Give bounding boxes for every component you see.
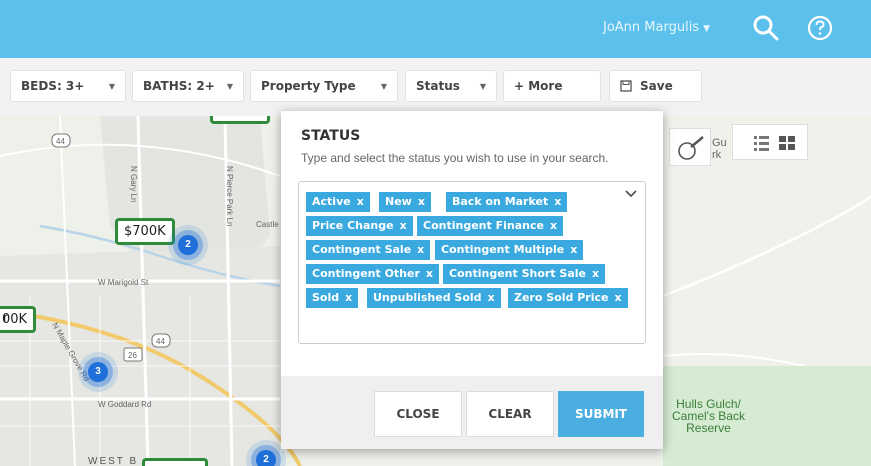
beds-filter[interactable]: BEDS: 3+ ▼ — [10, 70, 126, 102]
dropdown-arrow-icon: ▼ — [479, 81, 486, 91]
status-tag-label: Active — [312, 195, 351, 208]
status-tag-label: Sold — [312, 291, 340, 304]
area-label: WEST B — [88, 456, 139, 466]
remove-tag-icon[interactable]: x — [345, 291, 352, 304]
status-tag-label: Contingent Sale — [312, 243, 412, 256]
beds-label: BEDS: 3+ — [21, 79, 85, 93]
status-tag[interactable]: Contingent Finance x — [417, 216, 564, 236]
street-label: N Pierce Park Ln — [225, 166, 234, 227]
filter-bar: BEDS: 3+ ▼ BATHS: 2+ ▼ Property Type ▼ Stat… — [0, 58, 871, 116]
price-marker[interactable] — [142, 458, 208, 466]
street-label: Castle — [256, 220, 279, 229]
save-label: Save — [640, 79, 673, 93]
status-label: Status — [416, 79, 460, 93]
status-tag[interactable]: Active x — [306, 192, 370, 212]
close-button[interactable]: CLOSE — [374, 391, 462, 437]
status-tag-label: Contingent Other — [312, 267, 420, 280]
remove-tag-icon[interactable]: x — [554, 195, 561, 208]
remove-tag-icon[interactable]: x — [418, 195, 425, 208]
status-tag[interactable]: Contingent Multiple x — [435, 240, 584, 260]
listing-cluster[interactable]: 2 — [178, 235, 198, 255]
route-shield-44: 44 — [56, 137, 65, 146]
status-tag[interactable]: New x — [379, 192, 431, 212]
grid-view-icon — [779, 136, 795, 150]
status-tag[interactable]: Contingent Sale x — [306, 240, 431, 260]
status-tag[interactable]: Contingent Short Sale x — [443, 264, 606, 284]
status-tag[interactable]: Back on Market x — [446, 192, 568, 212]
modal-title: STATUS — [301, 128, 361, 144]
save-icon — [620, 80, 632, 92]
price-marker[interactable] — [210, 116, 270, 124]
park-label-line: Reserve — [686, 421, 731, 435]
status-tag[interactable]: Zero Sold Price x — [508, 288, 628, 308]
modal-subtitle: Type and select the status you wish to u… — [301, 151, 609, 165]
modal-footer: CLOSE CLEAR SUBMIT — [281, 376, 663, 449]
status-tag-label: Price Change — [312, 219, 394, 232]
list-view-icon — [754, 136, 769, 151]
remove-tag-icon[interactable]: x — [400, 219, 407, 232]
status-tag[interactable]: Sold x — [306, 288, 359, 308]
save-search-button[interactable]: Save — [609, 70, 702, 102]
clear-button[interactable]: CLEAR — [466, 391, 554, 437]
map-label: r — [3, 309, 8, 325]
view-toggle[interactable] — [732, 124, 808, 160]
search-icon[interactable] — [752, 14, 780, 42]
baths-label: BATHS: 2+ — [143, 79, 215, 93]
remove-tag-icon[interactable]: x — [426, 267, 433, 280]
status-tag-label: Contingent Multiple — [441, 243, 565, 256]
status-tag[interactable]: Contingent Other x — [306, 264, 440, 284]
street-label: W Marigold St — [98, 278, 149, 287]
chevron-down-icon[interactable] — [625, 190, 637, 198]
status-tag[interactable]: Price Change x — [306, 216, 413, 236]
status-tag-label: New — [385, 195, 412, 208]
status-tag-label: Unpublished Sold — [373, 291, 482, 304]
dropdown-arrow-icon: ▼ — [108, 81, 115, 91]
top-bar: JoAnn Margulis ▼ — [0, 0, 871, 58]
park-label: Hulls Gulch/ Camel's Back Reserve — [672, 398, 745, 434]
dropdown-arrow-icon: ▼ — [226, 81, 233, 91]
status-tag[interactable]: Unpublished Sold x — [367, 288, 501, 308]
property-type-label: Property Type — [261, 79, 356, 93]
route-shield-44: 44 — [156, 337, 165, 346]
status-filter[interactable]: Status ▼ — [405, 70, 497, 102]
route-shield-26: 26 — [128, 351, 137, 360]
draw-tool-button[interactable] — [669, 128, 711, 166]
draw-shape-icon — [678, 136, 704, 160]
property-type-filter[interactable]: Property Type ▼ — [250, 70, 398, 102]
help-icon[interactable] — [806, 14, 834, 42]
remove-tag-icon[interactable]: x — [488, 291, 495, 304]
remove-tag-icon[interactable]: x — [357, 195, 364, 208]
street-label: N Gary Ln — [129, 166, 138, 203]
map-label: Gu — [712, 137, 727, 149]
baths-filter[interactable]: BATHS: 2+ ▼ — [132, 70, 244, 102]
map-label: rk — [712, 149, 722, 161]
remove-tag-icon[interactable]: x — [570, 243, 577, 256]
remove-tag-icon[interactable]: x — [614, 291, 621, 304]
remove-tag-icon[interactable]: x — [417, 243, 424, 256]
status-tag-label: Contingent Short Sale — [449, 267, 586, 280]
dropdown-arrow-icon: ▼ — [380, 81, 387, 91]
user-name: JoAnn Margulis — [603, 20, 700, 35]
status-multiselect[interactable]: Active x New x Back on Market x Price Chang… — [298, 181, 646, 344]
price-marker[interactable]: $700K — [115, 218, 175, 245]
remove-tag-icon[interactable]: x — [550, 219, 557, 232]
street-label: W Goddard Rd — [98, 400, 152, 409]
more-label: + More — [514, 79, 563, 93]
status-tag-label: Back on Market — [452, 195, 549, 208]
remove-tag-icon[interactable]: x — [592, 267, 599, 280]
view-toggle-icons — [754, 136, 795, 151]
more-filters-button[interactable]: + More — [503, 70, 601, 102]
caret-down-icon: ▼ — [703, 24, 710, 34]
listing-cluster[interactable]: 3 — [88, 362, 108, 382]
listing-cluster[interactable]: 2 — [256, 450, 276, 466]
status-tag-label: Contingent Finance — [423, 219, 544, 232]
status-modal: STATUS Type and select the status you wi… — [281, 111, 663, 449]
submit-button[interactable]: SUBMIT — [558, 391, 644, 437]
user-menu[interactable]: JoAnn Margulis ▼ — [603, 20, 710, 35]
status-tag-label: Zero Sold Price — [514, 291, 609, 304]
